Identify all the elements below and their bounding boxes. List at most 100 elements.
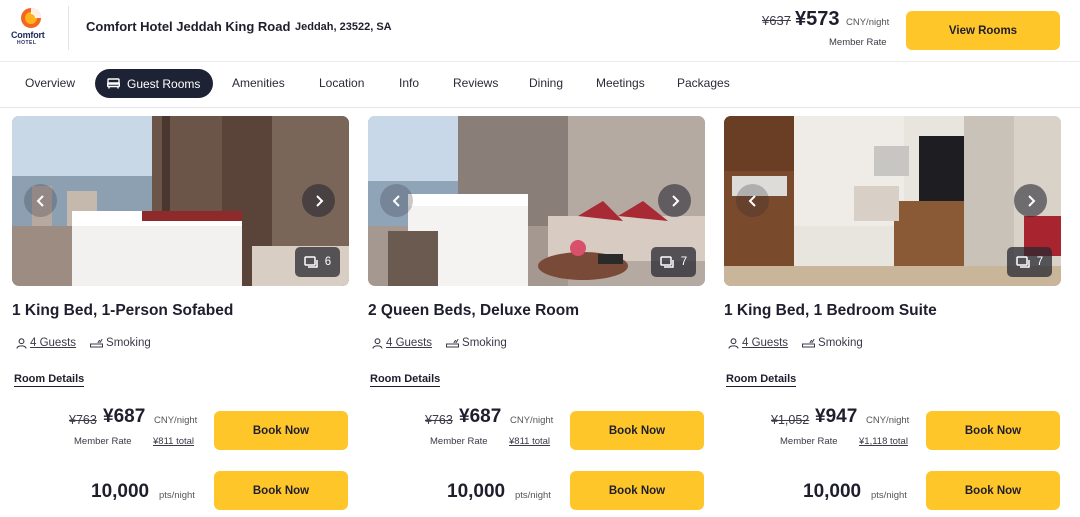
- photo-count: 6: [324, 256, 332, 268]
- room-title: 2 Queen Beds, Deluxe Room: [368, 302, 580, 319]
- price-unit: CNY/night: [510, 415, 554, 426]
- room-card: 7 1 King Bed, 1 Bedroom Suite 4 Guests S…: [724, 116, 1061, 517]
- book-with-points-button[interactable]: Book Now: [214, 471, 348, 510]
- room-card: 7 2 Queen Beds, Deluxe Room 4 Guests Smo…: [368, 116, 705, 517]
- tab-dining[interactable]: Dining: [529, 76, 563, 90]
- tab-info[interactable]: Info: [399, 76, 419, 90]
- photo-count: 7: [680, 256, 688, 268]
- gallery-icon: [660, 255, 674, 268]
- room-photo[interactable]: 7: [368, 116, 705, 286]
- smoking-icon: [446, 338, 460, 347]
- chevron-left-icon: [36, 194, 44, 207]
- header-new-price: ¥573: [795, 8, 840, 30]
- gallery-icon: [1016, 255, 1030, 268]
- photo-next-button[interactable]: [1014, 184, 1047, 217]
- comfort-sun-icon: [21, 8, 41, 28]
- member-rate: Member Rate: [74, 436, 132, 447]
- book-with-points-button[interactable]: Book Now: [570, 471, 704, 510]
- old-price: ¥763: [425, 413, 453, 427]
- chevron-right-icon: [315, 194, 323, 207]
- header-divider: [68, 6, 69, 50]
- gallery-icon: [304, 255, 318, 268]
- site-header: Comfort HOTEL Comfort Hotel Jeddah King …: [0, 0, 1080, 62]
- header-price-unit: CNY/night: [846, 17, 890, 28]
- section-tabs: Overview Guest Rooms Amenities Location …: [0, 62, 1080, 108]
- hotel-name: Comfort Hotel Jeddah King Road: [86, 19, 291, 34]
- guests-link[interactable]: 4 Guests: [30, 337, 76, 349]
- bed-icon: [107, 78, 120, 89]
- points-price: 10,000: [803, 481, 862, 502]
- chevron-left-icon: [748, 194, 756, 207]
- old-price: ¥763: [69, 413, 97, 427]
- points-unit: pts/night: [871, 490, 907, 501]
- header-old-price: ¥637: [762, 13, 791, 28]
- tab-overview[interactable]: Overview: [25, 76, 75, 90]
- hotel-location: Jeddah, 23522, SA: [295, 21, 392, 33]
- logo-subtext: HOTEL: [17, 40, 37, 46]
- room-meta: 4 Guests Smoking: [16, 337, 151, 349]
- room-title: 1 King Bed, 1 Bedroom Suite: [724, 302, 937, 319]
- room-card: 6 1 King Bed, 1-Person Sofabed 4 Guests …: [12, 116, 349, 517]
- tab-packages[interactable]: Packages: [677, 76, 730, 90]
- smoking-icon: [90, 338, 104, 347]
- book-now-button[interactable]: Book Now: [214, 411, 348, 450]
- price-unit: CNY/night: [154, 415, 198, 426]
- book-now-button[interactable]: Book Now: [926, 411, 1060, 450]
- view-rooms-button[interactable]: View Rooms: [906, 11, 1060, 50]
- photo-prev-button[interactable]: [380, 184, 413, 217]
- total-price-link[interactable]: ¥811 total: [509, 436, 550, 447]
- book-now-button[interactable]: Book Now: [570, 411, 704, 450]
- smoking-label: Smoking: [106, 337, 151, 349]
- chevron-right-icon: [671, 194, 679, 207]
- smoking-info: Smoking: [446, 337, 507, 349]
- smoking-icon: [802, 338, 816, 347]
- tab-reviews[interactable]: Reviews: [453, 76, 498, 90]
- photo-count-badge[interactable]: 6: [295, 247, 340, 277]
- room-title: 1 King Bed, 1-Person Sofabed: [12, 302, 234, 319]
- points-unit: pts/night: [515, 490, 551, 501]
- photo-count-badge[interactable]: 7: [1007, 247, 1052, 277]
- new-price: ¥687: [103, 406, 146, 427]
- photo-prev-button[interactable]: [24, 184, 57, 217]
- smoking-info: Smoking: [90, 337, 151, 349]
- chevron-right-icon: [1027, 194, 1035, 207]
- points-price: 10,000: [91, 481, 150, 502]
- guests-link[interactable]: 4 Guests: [742, 337, 788, 349]
- old-price: ¥1,052: [771, 413, 810, 427]
- comfort-logo[interactable]: Comfort HOTEL: [11, 6, 55, 50]
- person-icon: [16, 337, 27, 349]
- tab-guest-rooms[interactable]: Guest Rooms: [95, 69, 213, 98]
- photo-count: 7: [1036, 256, 1044, 268]
- tab-meetings[interactable]: Meetings: [596, 76, 645, 90]
- smoking-label: Smoking: [462, 337, 507, 349]
- total-price-link[interactable]: ¥1,118 total: [859, 436, 908, 447]
- points-unit: pts/night: [159, 490, 195, 501]
- room-photo[interactable]: 7: [724, 116, 1061, 286]
- room-details-link[interactable]: Room Details: [14, 373, 85, 387]
- member-rate: Member Rate: [780, 436, 838, 447]
- tab-amenities[interactable]: Amenities: [232, 76, 285, 90]
- room-photo[interactable]: 6: [12, 116, 349, 286]
- photo-next-button[interactable]: [302, 184, 335, 217]
- price-unit: CNY/night: [866, 415, 910, 426]
- logo-text: Comfort: [11, 30, 45, 40]
- chevron-left-icon: [392, 194, 400, 207]
- room-details-link[interactable]: Room Details: [726, 373, 797, 387]
- tab-guest-rooms-label: Guest Rooms: [127, 76, 201, 91]
- smoking-label: Smoking: [818, 337, 863, 349]
- points-price: 10,000: [447, 481, 506, 502]
- new-price: ¥687: [459, 406, 502, 427]
- photo-next-button[interactable]: [658, 184, 691, 217]
- photo-count-badge[interactable]: 7: [651, 247, 696, 277]
- smoking-info: Smoking: [802, 337, 863, 349]
- photo-prev-button[interactable]: [736, 184, 769, 217]
- person-icon: [728, 337, 739, 349]
- tab-location[interactable]: Location: [319, 76, 364, 90]
- total-price-link[interactable]: ¥811 total: [153, 436, 194, 447]
- guests-link[interactable]: 4 Guests: [386, 337, 432, 349]
- room-details-link[interactable]: Room Details: [370, 373, 441, 387]
- header-member-rate: Member Rate: [829, 37, 887, 48]
- room-meta: 4 Guests Smoking: [372, 337, 507, 349]
- book-with-points-button[interactable]: Book Now: [926, 471, 1060, 510]
- person-icon: [372, 337, 383, 349]
